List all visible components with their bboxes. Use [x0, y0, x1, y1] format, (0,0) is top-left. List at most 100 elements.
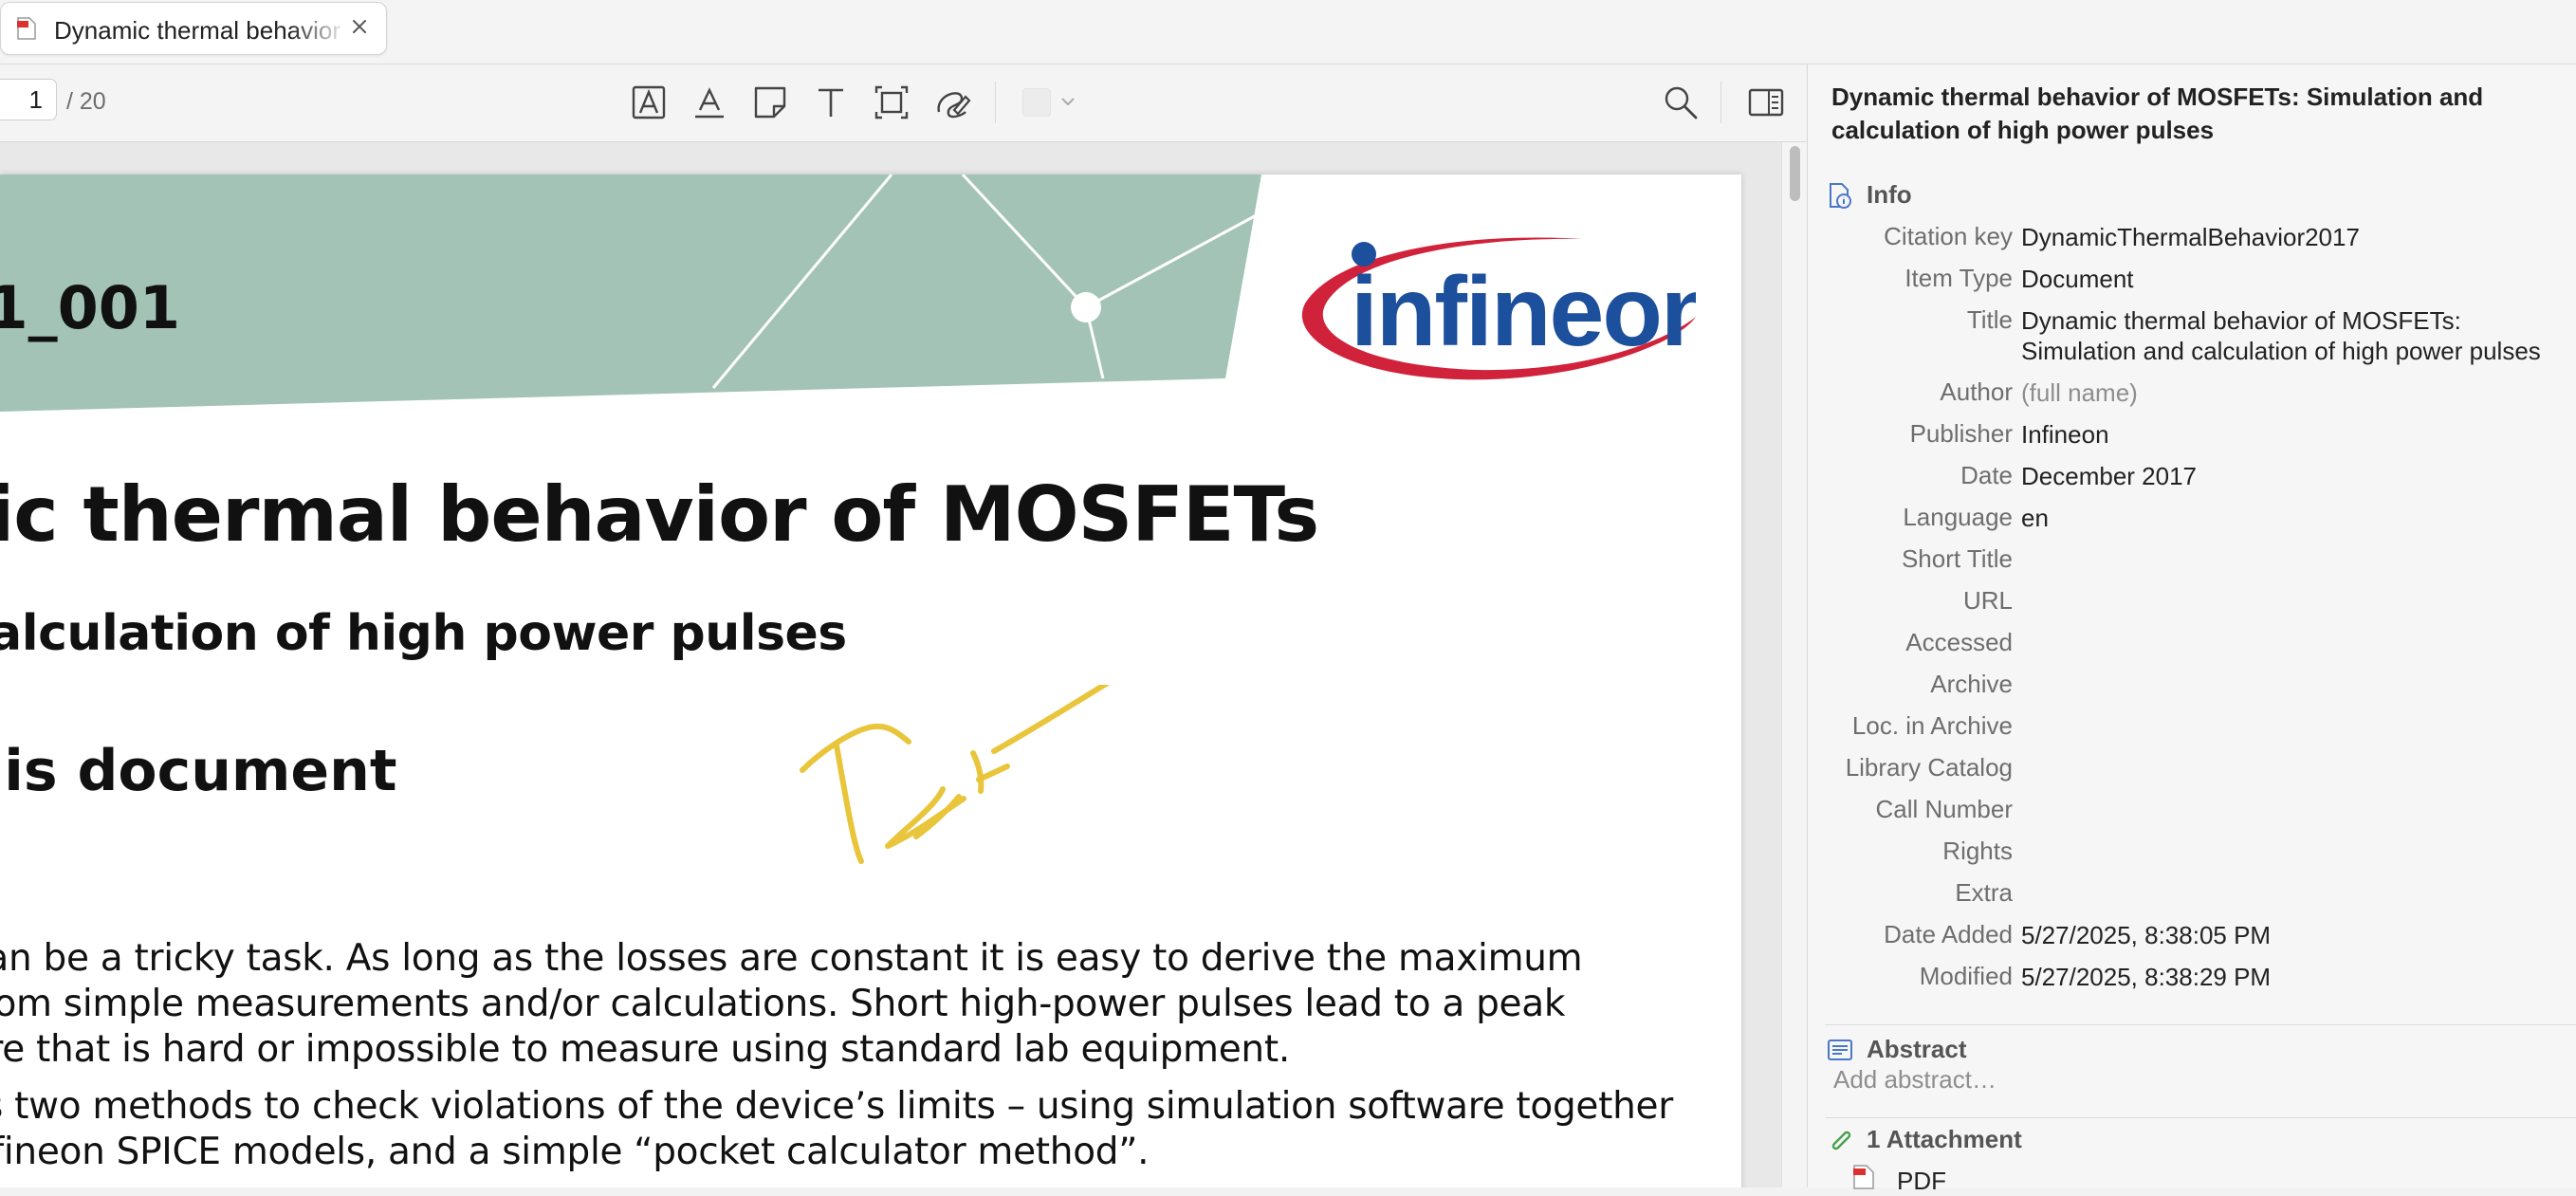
- info-row-item-type: Item Type Document: [1808, 264, 2576, 305]
- page-total: / 20: [66, 88, 106, 115]
- pdf-viewer[interactable]: AN_1711_PL11_001 infineon Dynamic therma…: [0, 142, 1806, 1187]
- body-text-line: This application note describes two meth…: [0, 1085, 1673, 1128]
- close-icon[interactable]: [350, 17, 369, 36]
- info-section-header[interactable]: Info: [1827, 180, 2111, 211]
- document-type: About this document: [0, 738, 397, 804]
- item-title-text: Dynamic thermal behavior of MOSFETs: Sim…: [1831, 83, 2484, 144]
- page-number-input[interactable]: 1: [0, 79, 57, 120]
- select-area-icon[interactable]: [873, 83, 911, 121]
- abstract-icon: [1828, 1040, 1852, 1060]
- page-number-value: 1: [28, 85, 43, 114]
- info-row-title: Title Dynamic thermal behavior of MOSFETs…: [1808, 305, 2576, 377]
- info-row-loc-in-archive: Loc. in Archive: [1808, 711, 2576, 753]
- svg-text:infineon: infineon: [1351, 257, 1696, 367]
- info-row-accessed: Accessed: [1808, 628, 2576, 670]
- field-value[interactable]: December 2017: [2021, 461, 2197, 491]
- info-row-date-added: Date Added 5/27/2025, 8:38:05 PM: [1808, 920, 2576, 962]
- attachment-name: PDF: [1897, 1167, 1946, 1195]
- ink-annotation[interactable]: [793, 685, 1134, 1064]
- field-value[interactable]: DynamicThermalBehavior2017: [2021, 222, 2360, 252]
- item-title: Dynamic thermal behavior of MOSFETs: Sim…: [1831, 81, 2576, 147]
- infineon-logo: infineon: [1301, 237, 1696, 380]
- abstract-input[interactable]: Add abstract…: [1833, 1065, 1996, 1095]
- ink-draw-icon[interactable]: [933, 83, 971, 121]
- info-row-extra: Extra: [1808, 878, 2576, 920]
- info-icon: [1830, 183, 1851, 209]
- info-row-short-title: Short Title: [1808, 544, 2576, 586]
- toolbar-separator: [995, 82, 996, 123]
- field-value[interactable]: 5/27/2025, 8:38:29 PM: [2021, 962, 2271, 992]
- pdf-file-icon: [1853, 1165, 1874, 1189]
- field-value-continued[interactable]: Simulation and calculation of high power…: [2021, 336, 2541, 366]
- abstract-section-label: Abstract: [1867, 1035, 1967, 1063]
- field-value[interactable]: Infineon: [2021, 419, 2109, 450]
- toggle-sidebar-icon[interactable]: [1747, 83, 1785, 121]
- tab-document[interactable]: Dynamic thermal behavior of MOSFETs: [0, 2, 387, 55]
- document-subtitle: Simulation and calculation of high power…: [0, 605, 847, 662]
- color-picker-button[interactable]: [1022, 88, 1051, 117]
- chevron-down-icon[interactable]: [1060, 96, 1076, 107]
- document-title: Dynamic thermal behavior of MOSFETs: [0, 470, 1319, 559]
- info-row-url: URL: [1808, 586, 2576, 628]
- underline-text-icon[interactable]: [690, 83, 728, 121]
- attachments-section-label: 1 Attachment: [1867, 1125, 2022, 1153]
- field-label: Publisher: [1909, 419, 2013, 448]
- toolbar-separator: [1720, 82, 1721, 123]
- note-icon[interactable]: [751, 83, 789, 121]
- field-label: Modified: [1919, 962, 2013, 990]
- info-row-rights: Rights: [1808, 837, 2576, 878]
- info-row-publisher: Publisher Infineon: [1808, 419, 2576, 461]
- info-row-archive: Archive: [1808, 670, 2576, 711]
- field-value[interactable]: (full name): [2021, 377, 2138, 408]
- field-label: Short Title: [1901, 544, 2013, 573]
- info-row-date: Date December 2017: [1808, 461, 2576, 503]
- body-text-line: Determining the thermal behavior of a co…: [0, 937, 1583, 980]
- field-label: URL: [1962, 586, 2013, 615]
- reader-toolbar: 1 / 20: [0, 64, 1806, 142]
- field-label: Library Catalog: [1845, 753, 2013, 782]
- pdf-file-icon: [17, 17, 36, 40]
- body-text-line: allowable power dissipation and temperat…: [0, 983, 1566, 1025]
- info-section-label: Info: [1867, 180, 1912, 209]
- field-label: Loc. in Archive: [1851, 711, 2013, 740]
- divider: [1825, 1024, 2576, 1025]
- field-label: Citation key: [1884, 222, 2013, 250]
- attachments-section-header[interactable]: 1 Attachment: [1827, 1125, 2111, 1155]
- info-row-call-number: Call Number: [1808, 795, 2576, 837]
- info-row-author: Author (full name): [1808, 377, 2576, 419]
- scrollbar-thumb[interactable]: [1790, 146, 1800, 201]
- field-value[interactable]: 5/27/2025, 8:38:05 PM: [2021, 920, 2271, 950]
- field-value[interactable]: Dynamic thermal behavior of MOSFETs:: [2021, 305, 2461, 336]
- field-label: Rights: [1942, 837, 2013, 865]
- vertical-scrollbar[interactable]: [1781, 142, 1807, 1187]
- field-label: Archive: [1930, 670, 2013, 698]
- info-row-library-catalog: Library Catalog: [1808, 753, 2576, 795]
- field-value[interactable]: Document: [2021, 264, 2134, 294]
- document-code: AN_1711_PL11_001: [0, 273, 181, 342]
- field-value[interactable]: en: [2021, 503, 2049, 533]
- body-text-line: with the Infineon SPICE models, and a si…: [0, 1131, 1150, 1173]
- field-label: Date Added: [1884, 920, 2013, 948]
- field-label: Language: [1903, 503, 2013, 531]
- highlight-text-icon[interactable]: [630, 83, 668, 121]
- item-pane: Dynamic thermal behavior of MOSFETs: Sim…: [1807, 64, 2576, 1195]
- field-label: Extra: [1955, 878, 2013, 907]
- field-label: Title: [1966, 305, 2013, 334]
- paperclip-icon: [1831, 1131, 1851, 1150]
- info-row-language: Language en: [1808, 503, 2576, 544]
- info-row-citation-key: Citation key DynamicThermalBehavior2017: [1808, 222, 2576, 264]
- search-icon[interactable]: [1662, 83, 1700, 121]
- banner-graphic: [0, 175, 1261, 412]
- field-label: Item Type: [1904, 264, 2013, 292]
- tab-title: Dynamic thermal behavior of MOSFETs: [54, 16, 348, 45]
- text-icon[interactable]: [812, 83, 850, 121]
- tab-bar: Dynamic thermal behavior of MOSFETs: [0, 0, 2576, 64]
- abstract-section-header[interactable]: Abstract: [1827, 1035, 2111, 1065]
- info-row-modified: Modified 5/27/2025, 8:38:29 PM: [1808, 962, 2576, 1003]
- field-label: Accessed: [1905, 628, 2013, 656]
- pdf-page[interactable]: AN_1711_PL11_001 infineon Dynamic therma…: [0, 175, 1741, 1187]
- field-label: Author: [1940, 377, 2013, 406]
- divider: [1825, 1117, 2576, 1118]
- field-label: Call Number: [1875, 795, 2014, 823]
- field-label: Date: [1960, 461, 2013, 489]
